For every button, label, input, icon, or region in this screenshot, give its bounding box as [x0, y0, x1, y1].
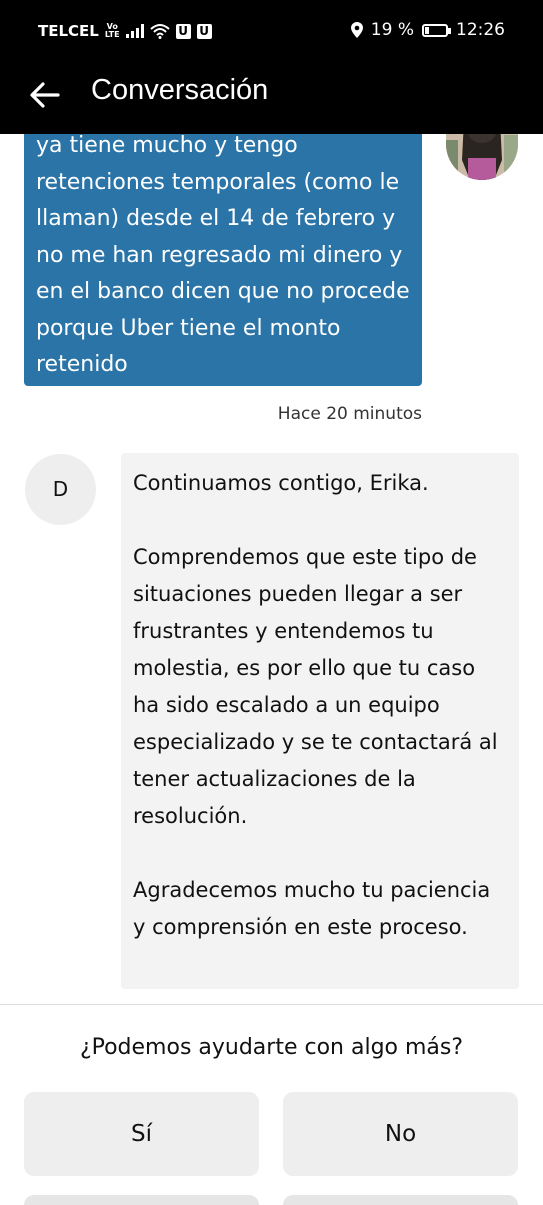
user-message-bubble: ya tiene mucho y tengo retenciones tempo…: [24, 134, 422, 386]
page-title: Conversación: [91, 74, 269, 106]
message-line: retenciones temporales (como le: [36, 169, 400, 195]
message-line: en el banco dicen que no procede: [36, 279, 410, 304]
app-notification-icon: U: [175, 23, 191, 39]
app-header: Conversación: [0, 64, 543, 134]
back-arrow-icon[interactable]: [28, 78, 62, 112]
agent-avatar: D: [25, 454, 96, 525]
status-left: TELCEL Vo LTE U U: [38, 22, 212, 40]
follow-up-question: ¿Podemos ayudarte con algo más?: [79, 1035, 464, 1060]
next-row-button[interactable]: [24, 1195, 259, 1205]
yes-button[interactable]: Sí: [24, 1092, 259, 1176]
agent-message-bubble: Continuamos contigo, Erika. Comprendemos…: [121, 453, 519, 989]
next-row-button[interactable]: [283, 1195, 518, 1205]
status-bar: TELCEL Vo LTE U U 19 % 12:26: [0, 0, 543, 64]
battery-percent: 19 %: [370, 20, 414, 40]
conversation-thread[interactable]: ya tiene mucho y tengo retenciones tempo…: [0, 134, 543, 1004]
no-button[interactable]: No: [283, 1092, 518, 1176]
message-line: llaman) desde el 14 de febrero y: [36, 206, 396, 231]
agent-message-paragraph: Comprendemos que este tipo de situacione…: [133, 545, 498, 828]
carrier-name: TELCEL: [38, 22, 99, 40]
user-avatar-image: [446, 134, 518, 180]
follow-up-panel: ¿Podemos ayudarte con algo más? Sí No: [0, 1004, 543, 1205]
message-line: ya tiene mucho y tengo: [36, 134, 298, 158]
agent-message-paragraph: Continuamos contigo, Erika.: [133, 471, 429, 495]
status-right: 19 % 12:26: [350, 20, 505, 40]
message-timestamp: Hace 20 minutos: [277, 404, 422, 424]
app-notification-icon-2: U: [196, 23, 212, 39]
battery-icon: [422, 23, 451, 37]
wifi-icon: [149, 24, 170, 39]
user-avatar: [446, 134, 518, 180]
message-line: retenido: [36, 352, 128, 377]
message-line: no me han regresado mi dinero y: [36, 242, 403, 268]
signal-icon: [125, 24, 144, 38]
clock: 12:26: [456, 20, 505, 40]
location-icon: [350, 22, 363, 38]
agent-message-paragraph: Agradecemos mucho tu paciencia y compren…: [133, 878, 491, 939]
volte-indicator: Vo LTE: [105, 23, 120, 39]
message-line: porque Uber tiene el monto: [36, 315, 341, 341]
volte-bottom-text: LTE: [104, 30, 120, 39]
